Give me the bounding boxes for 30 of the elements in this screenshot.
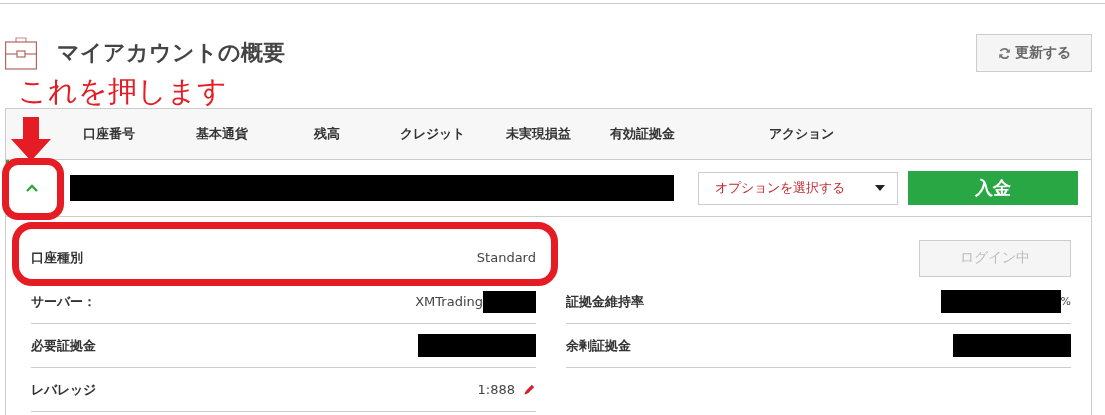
detail-label: レバレッジ: [31, 380, 96, 399]
annotation-text: これを押します: [18, 74, 228, 108]
column-header: 口座番号: [81, 125, 136, 143]
deposit-button[interactable]: 入金: [908, 171, 1078, 205]
refresh-icon: [997, 46, 1011, 60]
detail-value: 1:888: [477, 382, 515, 397]
down-arrow: [11, 117, 51, 161]
options-dropdown[interactable]: オプションを選択する: [698, 171, 898, 205]
column-header: 残高: [313, 125, 341, 143]
detail-label: サーバー：: [31, 292, 96, 311]
briefcase-icon: [5, 36, 37, 70]
highlight-ring: [2, 158, 64, 220]
column-header: 基本通貨: [195, 125, 249, 143]
detail-value: Standard: [476, 250, 536, 265]
detail-value: XMTrading: [415, 294, 483, 309]
chevron-up-icon: [26, 184, 38, 192]
detail-label: 口座種別: [31, 248, 83, 267]
pencil-icon[interactable]: [523, 383, 536, 396]
redaction-bar: [483, 290, 536, 313]
page-title: マイアカウントの概要: [57, 39, 285, 67]
caret-icon: [875, 185, 885, 191]
column-header: 有効証拠金: [608, 125, 676, 143]
refresh-button[interactable]: 更新する: [976, 34, 1092, 72]
percent-sign: %: [1060, 295, 1071, 308]
column-header: アクション: [767, 125, 835, 143]
detail-label: 証拠金維持率: [566, 292, 644, 311]
detail-label: 必要証拠金: [31, 336, 96, 355]
column-header: クレジット: [398, 125, 466, 143]
detail-label: 余剰証拠金: [566, 336, 631, 355]
column-header: 未実現損益: [504, 125, 572, 143]
